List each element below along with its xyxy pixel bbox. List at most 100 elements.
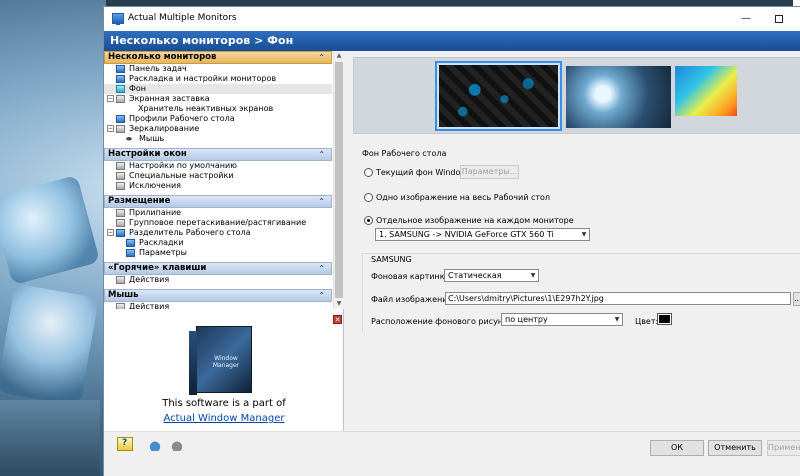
nav-tree: Несколько мониторов ⌃ Панель задач Раскладк… [104, 51, 332, 309]
nav-section-title: Несколько мониторов [108, 52, 217, 62]
wallpaper-type-select[interactable]: Статическая ▼ [444, 269, 539, 282]
nav-item[interactable]: Хранитель неактивных экранов [104, 104, 332, 114]
mouse-actions-icon [116, 303, 125, 309]
parameters-button[interactable]: Параметры... [460, 165, 519, 179]
cancel-button[interactable]: Отменить [708, 440, 762, 456]
title-bar: Actual Multiple Monitors — [104, 7, 800, 31]
tree-expander-icon[interactable]: − [107, 125, 114, 132]
product-box-title: Window Manager [212, 355, 240, 369]
monitor-select[interactable]: 1. SAMSUNG -> NVIDIA GeForce GTX 560 Ti … [375, 228, 590, 241]
nav-section-title: «Горячие» клавиши [108, 263, 207, 273]
nav-item[interactable]: Панель задач [104, 64, 332, 74]
tree-expander-icon[interactable]: − [107, 95, 114, 102]
wallpaper-thumb[interactable] [566, 66, 671, 128]
nav-item[interactable]: Профили Рабочего стола [104, 114, 332, 124]
nav-scrollbar[interactable]: ▲ ▼ [333, 51, 344, 309]
nav-item-label: Экранная заставка [129, 94, 210, 103]
radio-per-monitor-label[interactable]: Отдельное изображение на каждом мониторе [376, 216, 574, 225]
image-file-input[interactable]: C:\Users\dmitry\Pictures\1\E297h2Y.jpg [445, 292, 791, 305]
wallpaper-type-value: Статическая [448, 271, 502, 280]
promo-text: This software is a part of [162, 398, 286, 409]
nav-section-header[interactable]: «Горячие» клавиши ⌃ [104, 262, 332, 275]
close-promo-icon[interactable]: ✕ [333, 315, 342, 324]
apply-button[interactable]: Примени [767, 440, 800, 456]
nav-item-label: Действия [129, 275, 170, 284]
nav-item-label: Раскладка и настройки мониторов [129, 74, 277, 83]
monitor-group-title: SAMSUNG [371, 255, 412, 264]
load-profile-icon[interactable] [147, 437, 163, 451]
browse-file-button[interactable]: ... [793, 292, 800, 306]
promo-link[interactable]: Actual Window Manager [104, 413, 344, 424]
nav-item[interactable]: − Экранная заставка [104, 94, 332, 104]
nav-section-title: Мышь [108, 290, 139, 300]
monitor-select-value: 1. SAMSUNG -> NVIDIA GeForce GTX 560 Ti [379, 230, 554, 239]
nav-item-label: Настройки по умолчанию [129, 161, 237, 170]
minimize-button[interactable]: — [733, 10, 759, 28]
nav-section-title: Размещение [108, 196, 171, 206]
mouse-icon: ⬬ [126, 135, 132, 143]
app-monitor-icon [112, 13, 124, 25]
image-file-label: Файл изображения: [371, 295, 455, 304]
radio-per-monitor[interactable] [364, 216, 373, 225]
nav-item[interactable]: Параметры [104, 248, 332, 258]
scroll-up-icon[interactable]: ▲ [334, 51, 344, 61]
save-profile-icon[interactable] [169, 437, 185, 451]
collapse-icon[interactable]: ⌃ [318, 290, 325, 301]
wallpaper-position-value: по центру [505, 315, 548, 324]
nav-section-header[interactable]: Несколько мониторов ⌃ [104, 51, 332, 64]
wallpaper-position-select[interactable]: по центру ▼ [501, 313, 623, 326]
nav-item[interactable]: − Разделитель Рабочего стола [104, 228, 332, 238]
window-special-icon [116, 172, 125, 180]
wallpaper-preview-strip [353, 57, 800, 134]
wallpaper-thumb[interactable] [675, 66, 737, 116]
help-icon[interactable] [117, 437, 133, 451]
nav-item-label: Фон [129, 84, 147, 93]
nav-item[interactable]: Исключения [104, 181, 332, 191]
desktop-ice-cube [0, 174, 101, 286]
right-panel: Фон Рабочего стола Текущий фон Windows П… [344, 51, 800, 431]
collapse-icon[interactable]: ⌃ [318, 196, 325, 207]
nav-section-header[interactable]: Настройки окон ⌃ [104, 148, 332, 161]
mirroring-icon [116, 125, 125, 133]
color-label: Цвет: [635, 317, 659, 326]
nav-item[interactable]: Групповое перетаскивание/растягивание [104, 218, 332, 228]
collapse-icon[interactable]: ⌃ [318, 263, 325, 274]
nav-item-label: Действия [129, 302, 170, 309]
nav-item[interactable]: Специальные настройки [104, 171, 332, 181]
tree-expander-icon[interactable]: − [107, 229, 114, 236]
chevron-down-icon: ▼ [578, 229, 589, 240]
nav-item-label: Параметры [139, 248, 187, 257]
maximize-button[interactable] [766, 10, 792, 28]
nav-item[interactable]: Прилипание [104, 208, 332, 218]
wallpaper-thumb-selected[interactable] [435, 61, 562, 131]
color-swatch [659, 315, 670, 323]
radio-current-windows-label[interactable]: Текущий фон Windows [376, 168, 471, 177]
radio-current-windows[interactable] [364, 168, 373, 177]
nav-section-header[interactable]: Мышь ⌃ [104, 289, 332, 302]
radio-single-image[interactable] [364, 193, 373, 202]
nav-item[interactable]: − Зеркалирование [104, 124, 332, 134]
nav-section-header[interactable]: Размещение ⌃ [104, 195, 332, 208]
scroll-thumb[interactable] [335, 62, 343, 298]
screensaver-icon [116, 95, 125, 103]
nav-item-label: Специальные настройки [129, 171, 234, 180]
nav-item[interactable]: Действия [104, 302, 332, 309]
page-header: Несколько мониторов > Фон [104, 31, 800, 51]
nav-item-label: Хранитель неактивных экранов [138, 104, 274, 113]
nav-item[interactable]: Раскладка и настройки мониторов [104, 74, 332, 84]
nav-item[interactable]: Фон [104, 84, 332, 94]
scroll-down-icon[interactable]: ▼ [334, 299, 344, 309]
snapping-icon [116, 209, 125, 217]
chevron-down-icon: ▼ [611, 314, 622, 325]
chevron-down-icon: ▼ [527, 270, 538, 281]
ok-button[interactable]: ОК [650, 440, 704, 456]
nav-item[interactable]: Действия [104, 275, 332, 285]
collapse-icon[interactable]: ⌃ [318, 149, 325, 160]
color-picker[interactable] [657, 313, 672, 325]
nav-item[interactable]: ⬬ Мышь [104, 134, 332, 144]
radio-single-image-label[interactable]: Одно изображение на весь Рабочий стол [376, 193, 550, 202]
nav-item[interactable]: Раскладки [104, 238, 332, 248]
nav-item[interactable]: Настройки по умолчанию [104, 161, 332, 171]
wallpaper-thumb-image [439, 65, 558, 127]
collapse-icon[interactable]: ⌃ [318, 52, 325, 63]
